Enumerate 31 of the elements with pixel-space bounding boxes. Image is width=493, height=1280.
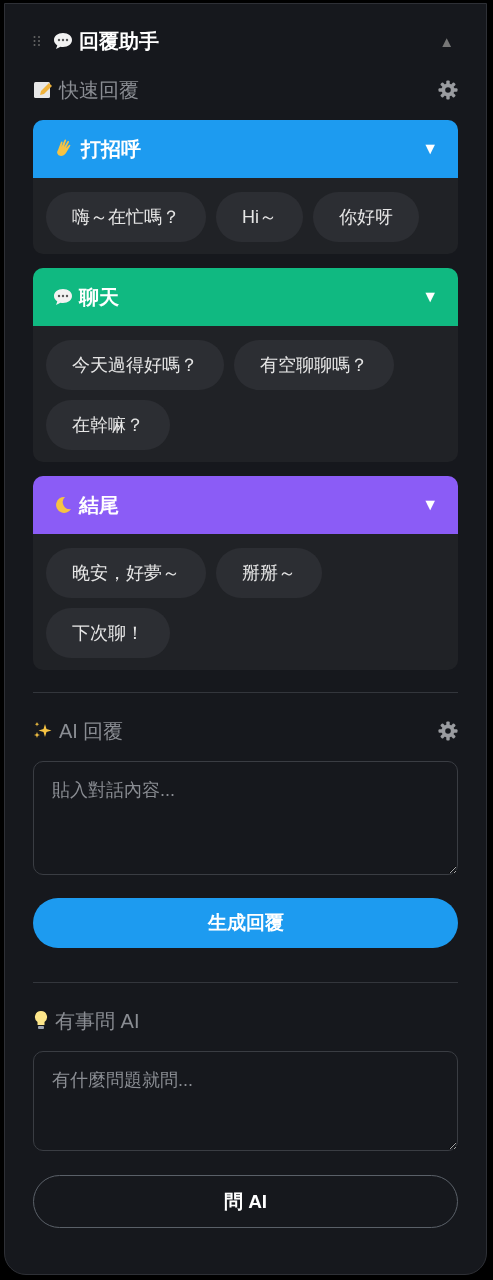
reply-chip[interactable]: 掰掰～: [216, 548, 322, 598]
settings-icon: [438, 721, 458, 741]
section-heading: 快速回覆: [59, 77, 139, 103]
conversation-input[interactable]: 貼入對話內容...: [33, 761, 458, 875]
category-label: 結尾: [79, 492, 119, 518]
speech-bubble-icon: [53, 31, 73, 51]
reply-chip[interactable]: 在幹嘛？: [46, 400, 170, 450]
memo-icon: [33, 80, 53, 100]
section-heading: 有事問 AI: [55, 1008, 140, 1034]
reply-chip[interactable]: 你好呀: [313, 192, 419, 242]
settings-button[interactable]: [438, 80, 458, 100]
light-bulb-icon: [33, 1010, 49, 1032]
speech-bubble-icon: [53, 287, 73, 307]
question-input[interactable]: 有什麼問題就問...: [33, 1051, 458, 1151]
reply-chip[interactable]: 有空聊聊嗎？: [234, 340, 394, 390]
category-header[interactable]: 結尾 ▼: [33, 476, 458, 534]
panel-title: 回覆助手: [79, 28, 159, 54]
reply-chip[interactable]: 今天過得好嗎？: [46, 340, 224, 390]
drag-handle-icon[interactable]: [33, 35, 41, 47]
expand-toggle[interactable]: ▼: [422, 496, 438, 514]
reply-chip[interactable]: 晚安，好夢～: [46, 548, 206, 598]
crescent-moon-icon: [53, 495, 73, 515]
reply-chip[interactable]: Hi～: [216, 192, 303, 242]
reply-chip[interactable]: 嗨～在忙嗎？: [46, 192, 206, 242]
category-label: 聊天: [79, 284, 119, 310]
settings-button[interactable]: [438, 721, 458, 741]
settings-icon: [438, 80, 458, 100]
category-label: 打招呼: [81, 136, 141, 162]
reply-chip[interactable]: 下次聊！: [46, 608, 170, 658]
collapse-button[interactable]: ▲: [435, 32, 458, 50]
section-heading: AI 回覆: [59, 718, 124, 744]
